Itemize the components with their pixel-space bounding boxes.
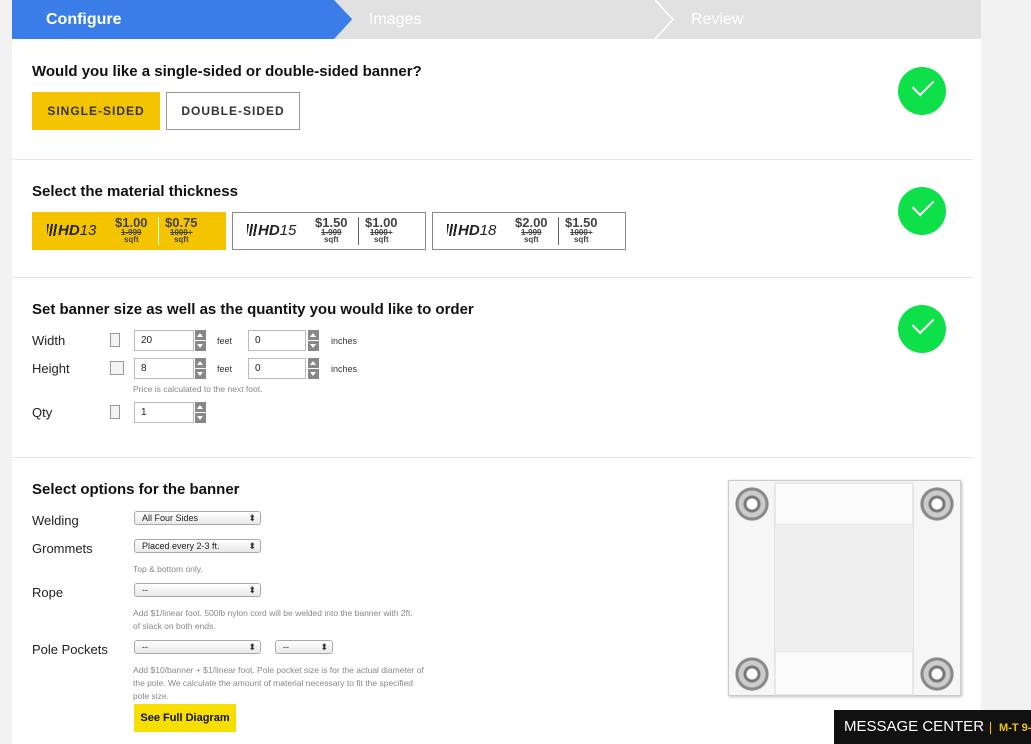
feet-unit: feet [217,336,233,346]
pole-hint-line: the pole. We calculate the amount of mat… [133,678,414,688]
grommet-icon [735,657,769,691]
rope-hint-line: Add $1/linear foot. 500lb nylon cord wil… [133,608,413,618]
step-label: Images [369,11,422,28]
price-hint: Price is calculated to the next foot. [133,384,263,394]
feet-unit: feet [217,364,233,374]
height-feet-stepper[interactable] [195,358,206,379]
height-feet-input[interactable]: 8 [134,358,194,379]
size-section: Set banner size as well as the quantity … [12,278,973,458]
step-images[interactable]: Images [352,0,657,39]
width-inches-input[interactable]: 0 [248,330,306,351]
sides-section: Would you like a single-sided or double-… [12,39,973,160]
width-feet-stepper[interactable] [195,330,206,351]
steps-bar: Configure Images Review [12,0,981,39]
width-icon [110,333,120,347]
stripes-icon [47,224,57,236]
welding-select[interactable]: All Four Sides [134,511,261,525]
stripes-icon [447,224,457,236]
inches-unit: inches [331,336,358,346]
step-review[interactable]: Review [674,0,974,39]
price-tier-1: $1.00 1-999 sqft [115,216,148,244]
grommets-select[interactable]: Placed every 2-3 ft. [134,539,261,553]
qty-icon [110,405,120,419]
price-divider [358,217,359,245]
material-num: 18 [479,222,497,239]
hd13-logo: HD13 [47,222,96,239]
pole-size-select[interactable]: -- [275,640,333,654]
material-brand: HD [458,222,480,239]
price-tier-1: $2.00 1-999 sqft [515,216,548,244]
height-inches-stepper[interactable] [308,358,319,379]
price-tier-2: $1.00 1000+ sqft [365,216,398,244]
width-feet-input[interactable]: 20 [134,330,194,351]
double-sided-button[interactable]: DOUBLE-SIDED [166,92,300,130]
see-full-diagram-button[interactable]: See Full Diagram [134,704,236,732]
qty-input[interactable]: 1 [134,402,194,423]
price-unit: sqft [173,235,189,244]
grommet-icon [920,657,954,691]
message-center-label: MESSAGE CENTER [844,718,985,735]
stripes-icon [247,224,257,236]
material-title: Select the material thickness [32,183,238,200]
rope-hint-line: of slack on both ends. [133,621,216,631]
height-label: Height [32,361,70,376]
grommets-hint: Top & bottom only. [133,564,203,574]
price-unit: sqft [573,235,589,244]
step-label: Review [691,11,744,28]
qty-stepper[interactable] [195,402,206,423]
pole-hint-line: pole size. [133,691,169,701]
hd15-logo: HD15 [247,222,296,239]
grommet-icon [735,487,769,521]
rope-label: Rope [32,585,64,600]
message-center-hours: M-T 9- [990,722,1031,734]
checkmark-icon [898,305,946,353]
price-unit: sqft [123,235,139,244]
step-configure[interactable]: Configure [12,0,352,39]
step-label: Configure [46,11,122,28]
material-option-hd13[interactable]: HD13 $1.00 1-999 sqft $0.75 1000+ sqft [32,212,226,250]
material-num: 13 [79,222,97,239]
material-section: Select the material thickness HD13 $1.00… [12,160,973,278]
chevron-right-icon [655,0,675,39]
price-divider [558,217,559,245]
size-title: Set banner size as well as the quantity … [32,301,474,318]
price-unit: sqft [523,235,539,244]
width-inches-stepper[interactable] [308,330,319,351]
hd18-logo: HD18 [447,222,496,239]
pole-hint-line: Add $10/banner + $1/linear foot. Pole po… [133,665,424,675]
qty-label: Qty [32,405,53,420]
price-tier-2: $1.50 1000+ sqft [565,216,598,244]
banner-diagram [728,480,961,696]
material-num: 15 [279,222,297,239]
right-gutter [981,0,1031,744]
height-inches-input[interactable]: 0 [248,358,306,379]
options-title: Select options for the banner [32,481,240,498]
material-brand: HD [258,222,280,239]
price-tier-2: $0.75 1000+ sqft [165,216,198,244]
inches-unit: inches [331,364,358,374]
grommets-label: Grommets [32,541,93,556]
checkmark-icon [898,67,946,115]
material-brand: HD [58,222,80,239]
material-option-hd15[interactable]: HD15 $1.50 1-999 sqft $1.00 1000+ sqft [232,212,426,250]
height-icon [110,361,124,375]
rope-select[interactable]: -- [134,583,261,597]
single-sided-button[interactable]: SINGLE-SIDED [32,92,160,130]
checkmark-icon [898,187,946,235]
price-tier-1: $1.50 1-999 sqft [315,216,348,244]
price-divider [158,217,159,245]
grommet-icon [920,487,954,521]
chevron-right-icon [334,0,352,39]
message-center-button[interactable]: MESSAGE CENTER M-T 9- [834,710,1031,744]
price-unit: sqft [323,235,339,244]
welding-label: Welding [32,513,79,528]
pole-pockets-select[interactable]: -- [134,640,261,654]
pole-pockets-label: Pole Pockets [32,642,108,657]
sides-question: Would you like a single-sided or double-… [32,63,422,80]
width-label: Width [32,333,66,348]
price-unit: sqft [373,235,389,244]
material-option-hd18[interactable]: HD18 $2.00 1-999 sqft $1.50 1000+ sqft [432,212,626,250]
